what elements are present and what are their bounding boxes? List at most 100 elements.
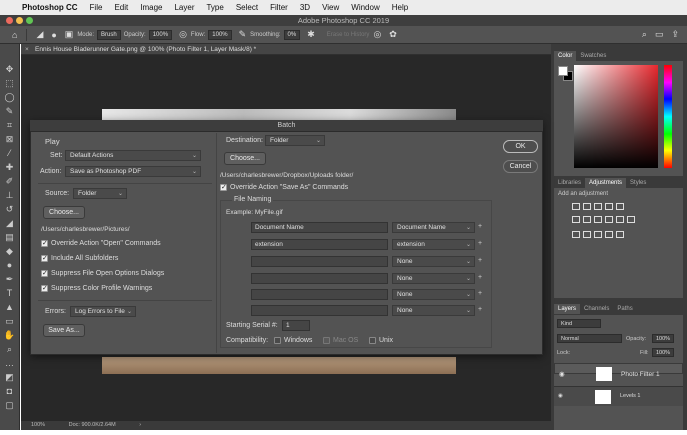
eyedropper-tool-icon[interactable]: ⁄ — [9, 146, 11, 160]
lasso-tool-icon[interactable]: ◯ — [4, 90, 14, 104]
workspace-icon[interactable]: ▭ — [655, 29, 664, 40]
menu-image[interactable]: Image — [140, 3, 162, 12]
blur-tool-icon[interactable]: ◆ — [6, 244, 13, 258]
zoom-level[interactable]: 100% — [31, 422, 45, 428]
destination-choose-button[interactable]: Choose... — [224, 152, 266, 165]
pen-tool-icon[interactable]: ✒ — [6, 272, 14, 286]
tab-layers[interactable]: Layers — [554, 304, 581, 314]
stamp-tool-icon[interactable]: ⊥ — [6, 188, 14, 202]
include-subfolders-checkbox[interactable] — [41, 254, 48, 262]
cancel-button[interactable]: Cancel — [503, 160, 538, 173]
naming-select-6[interactable]: None ⌄ — [392, 305, 475, 316]
save-as-button[interactable]: Save As... — [43, 324, 85, 337]
color-swatches-icon[interactable]: ◩ — [5, 370, 14, 384]
visibility-eye-icon[interactable]: ◉ — [559, 370, 565, 380]
quick-select-tool-icon[interactable]: ✎ — [6, 104, 14, 118]
naming-select-5[interactable]: None ⌄ — [392, 289, 475, 300]
menu-view[interactable]: View — [322, 3, 339, 12]
unix-checkbox[interactable] — [369, 337, 376, 344]
naming-text-field-3[interactable] — [251, 256, 388, 267]
starting-serial-field[interactable]: 1 — [282, 320, 310, 331]
status-menu-icon[interactable]: › — [139, 422, 141, 428]
add-naming-icon[interactable]: + — [478, 240, 482, 247]
flow-field[interactable]: 100% — [208, 29, 232, 40]
tab-color[interactable]: Color — [554, 51, 577, 61]
selective-color-icon[interactable] — [605, 231, 613, 238]
color-balance-icon[interactable] — [583, 216, 591, 223]
type-tool-icon[interactable]: T — [7, 286, 13, 300]
invert-icon[interactable] — [572, 231, 580, 238]
gradient-tool-icon[interactable]: ▤ — [5, 230, 14, 244]
action-select[interactable]: Save as Photoshop PDF ⌄ — [65, 166, 201, 177]
eraser-tool-icon[interactable]: ◢ — [36, 29, 43, 40]
add-naming-icon[interactable]: + — [478, 257, 482, 264]
naming-select-4[interactable]: None ⌄ — [392, 273, 475, 284]
tab-libraries[interactable]: Libraries — [554, 178, 585, 188]
menu-photoshop[interactable]: Photoshop CC — [22, 3, 78, 12]
menu-edit[interactable]: Edit — [114, 3, 128, 12]
layer-row[interactable]: ◉ Photo Filter 1 — [554, 363, 683, 381]
add-naming-icon[interactable]: + — [478, 306, 482, 313]
naming-select-3[interactable]: None ⌄ — [392, 256, 475, 267]
channel-mixer-icon[interactable] — [616, 216, 624, 223]
layer-row[interactable]: ◉ Levels 1 — [554, 386, 683, 406]
pressure-opacity-icon[interactable]: ◎ — [179, 29, 187, 40]
menu-3d[interactable]: 3D — [300, 3, 310, 12]
naming-select-1[interactable]: Document Name ⌄ — [392, 222, 475, 233]
healing-tool-icon[interactable]: ✚ — [6, 160, 14, 174]
windows-checkbox[interactable] — [274, 337, 281, 344]
color-picker-field[interactable] — [574, 65, 658, 168]
macos-checkbox[interactable] — [323, 337, 330, 344]
eraser-tool-icon[interactable]: ◢ — [6, 216, 13, 230]
tab-swatches[interactable]: Swatches — [576, 51, 610, 61]
visibility-eye-icon[interactable]: ◉ — [558, 393, 563, 399]
naming-text-field-4[interactable] — [251, 273, 388, 284]
tab-paths[interactable]: Paths — [613, 304, 636, 314]
shape-tool-icon[interactable]: ▭ — [5, 314, 14, 328]
hue-saturation-icon[interactable] — [572, 216, 580, 223]
zoom-tool-icon[interactable]: ⌕ — [7, 342, 12, 356]
fill-field[interactable]: 100% — [652, 348, 674, 357]
smoothing-settings-icon[interactable]: ✱ — [307, 29, 315, 40]
menu-window[interactable]: Window — [351, 3, 379, 12]
screen-mode-icon[interactable]: ▢ — [5, 398, 14, 412]
naming-text-field-1[interactable]: Document Name — [251, 222, 388, 233]
pressure-size-icon[interactable]: ◎ — [373, 29, 381, 40]
menu-type[interactable]: Type — [206, 3, 223, 12]
suppress-color-checkbox[interactable] — [41, 284, 48, 292]
more-tools-icon[interactable]: … — [5, 356, 14, 370]
tab-styles[interactable]: Styles — [626, 178, 650, 188]
symmetry-icon[interactable]: ✿ — [389, 29, 397, 40]
naming-text-field-6[interactable] — [251, 305, 388, 316]
ok-button[interactable]: OK — [503, 140, 538, 153]
black-white-icon[interactable] — [594, 216, 602, 223]
brush-tool-icon[interactable]: ✐ — [6, 174, 14, 188]
dodge-tool-icon[interactable]: ● — [7, 258, 12, 272]
layer-mask-thumbnail[interactable] — [595, 390, 611, 404]
hand-tool-icon[interactable]: ✋ — [4, 328, 15, 342]
share-icon[interactable]: ⇪ — [671, 29, 679, 40]
minimize-window-icon[interactable] — [16, 17, 23, 24]
zoom-window-icon[interactable] — [26, 17, 33, 24]
close-document-icon[interactable]: × — [25, 44, 29, 55]
path-select-tool-icon[interactable]: ▲ — [5, 300, 14, 314]
close-window-icon[interactable] — [6, 17, 13, 24]
mode-select[interactable]: Brush — [97, 29, 121, 40]
move-tool-icon[interactable]: ✥ — [6, 62, 14, 76]
airbrush-icon[interactable]: ✎ — [239, 29, 247, 40]
menu-layer[interactable]: Layer — [174, 3, 194, 12]
photo-filter-icon[interactable] — [605, 216, 613, 223]
posterize-icon[interactable] — [583, 231, 591, 238]
quick-mask-icon[interactable]: ◘ — [7, 384, 12, 398]
smoothing-field[interactable]: 0% — [283, 29, 301, 40]
curves-icon[interactable] — [594, 203, 602, 210]
levels-icon[interactable] — [583, 203, 591, 210]
search-icon[interactable]: ⌕ — [642, 29, 647, 40]
destination-select[interactable]: Folder ⌄ — [265, 135, 325, 146]
brightness-icon[interactable] — [572, 203, 580, 210]
menu-file[interactable]: File — [90, 3, 103, 12]
document-tab[interactable]: × Ennis House Bladerunner Gate.png @ 100… — [21, 44, 551, 55]
home-icon[interactable]: ⌂ — [12, 30, 17, 40]
menu-help[interactable]: Help — [392, 3, 408, 12]
foreground-color-swatch[interactable] — [558, 66, 568, 76]
